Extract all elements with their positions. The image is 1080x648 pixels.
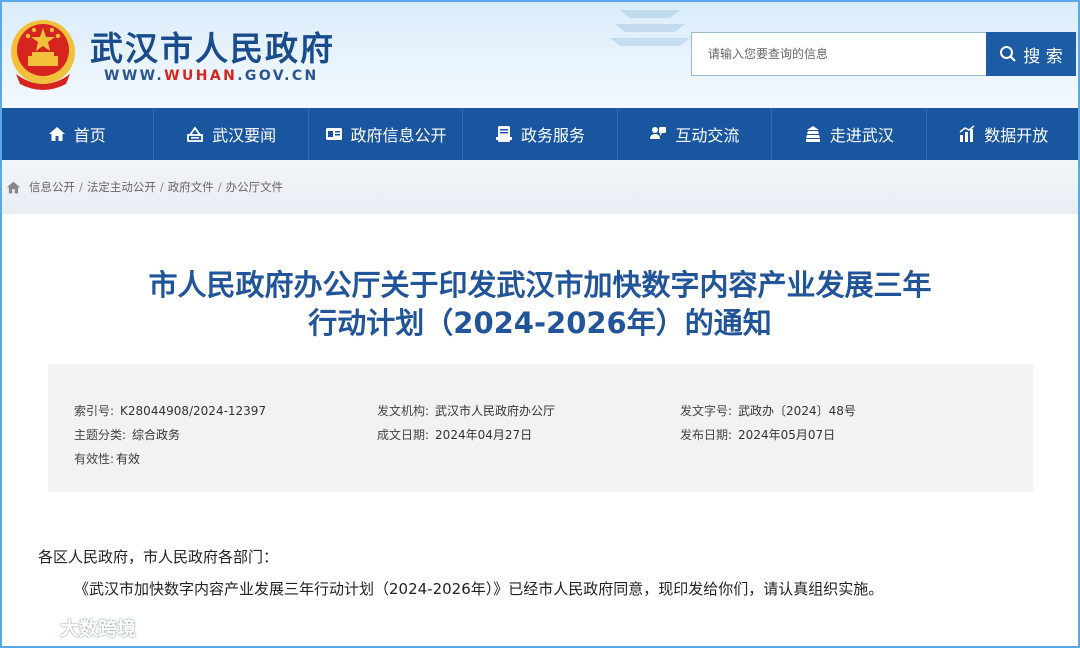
nav-item-services[interactable]: 政务服务 <box>463 108 618 160</box>
breadcrumb-separator: / <box>79 180 83 194</box>
breadcrumb-link[interactable]: 信息公开 <box>29 179 75 195</box>
meta-key: 成文日期: <box>377 428 430 442</box>
url-highlight: WUHAN <box>164 68 238 84</box>
watermark-text: 大数跨境 <box>60 618 137 640</box>
meta-index-no: 索引号: K28044908/2024-12397 <box>74 402 266 419</box>
search-button-label: 搜 索 <box>1023 46 1063 67</box>
nav-item-open-data[interactable]: 数据开放 <box>927 108 1080 160</box>
page-title: 市人民政府办公厅关于印发武汉市加快数字内容产业发展三年 行动计划（2024-20… <box>40 266 1040 342</box>
info-card-icon <box>325 128 342 140</box>
search-icon <box>1000 46 1017 62</box>
home-icon[interactable] <box>6 180 21 195</box>
site-header: 武汉市人民政府 WWW.WUHAN.GOV.CN 搜 索 <box>0 0 1080 108</box>
salutation: 各区人民政府，市人民政府各部门： <box>38 548 279 566</box>
meta-key: 发布日期: <box>680 428 733 442</box>
nav-item-home[interactable]: 首页 <box>0 108 155 160</box>
meta-value: 有效 <box>116 452 141 466</box>
watermark: 大数跨境 <box>10 614 136 641</box>
national-emblem-icon <box>11 20 75 90</box>
nav-label: 政府信息公开 <box>350 126 447 145</box>
meta-key: 索引号: <box>74 404 115 418</box>
meta-doc-no: 发文字号: 武政办〔2024〕48号 <box>680 402 856 419</box>
meta-value: 2024年04月27日 <box>435 428 533 442</box>
nav-label: 政务服务 <box>520 126 585 145</box>
meta-written-date: 成文日期: 2024年04月27日 <box>377 426 532 443</box>
meta-publish-date: 发布日期: 2024年05月07日 <box>680 426 835 443</box>
breadcrumb-link[interactable]: 办公厅文件 <box>226 179 284 195</box>
nav-label: 武汉要闻 <box>212 126 277 145</box>
meta-value: 2024年05月07日 <box>738 428 836 442</box>
breadcrumb-band: 信息公开 / 法定主动公开 / 政府文件 / 办公厅文件 <box>0 160 1080 214</box>
meta-issuer: 发文机构: 武汉市人民政府办公厅 <box>377 402 555 419</box>
nav-label: 走进武汉 <box>829 126 894 145</box>
meta-value: 武汉市人民政府办公厅 <box>435 404 556 418</box>
site-url[interactable]: WWW.WUHAN.GOV.CN <box>104 68 319 84</box>
breadcrumb-link[interactable]: 政府文件 <box>168 179 214 195</box>
meta-key: 发文机构: <box>377 404 430 418</box>
meta-value: 武政办〔2024〕48号 <box>738 404 856 418</box>
chat-icon <box>650 127 667 139</box>
news-icon <box>187 126 204 142</box>
title-line-1: 市人民政府办公厅关于印发武汉市加快数字内容产业发展三年 <box>148 268 932 302</box>
url-suffix: .GOV.CN <box>237 68 319 84</box>
breadcrumb-separator: / <box>217 180 222 194</box>
nav-item-interaction[interactable]: 互动交流 <box>618 108 773 160</box>
nav-label: 数据开放 <box>984 126 1049 145</box>
chart-icon <box>959 125 975 142</box>
search-button[interactable]: 搜 索 <box>986 32 1076 76</box>
meta-key: 主题分类: <box>74 428 127 442</box>
main-nav: 首页 武汉要闻 政府信息公开 政务服务 互动交流 走进武汉 数据开放 <box>0 108 1080 160</box>
nav-label: 首页 <box>73 126 106 145</box>
search-box <box>691 32 987 76</box>
service-icon <box>495 126 512 142</box>
site-name: 武汉市人民政府 <box>90 29 335 68</box>
meta-value: 综合政务 <box>132 428 181 442</box>
search-input[interactable] <box>692 33 986 75</box>
nav-label: 互动交流 <box>675 126 740 145</box>
nav-item-gov-info[interactable]: 政府信息公开 <box>309 108 464 160</box>
meta-value: K28044908/2024-12397 <box>120 404 267 418</box>
title-line-2: 行动计划（2024-2026年）的通知 <box>308 306 772 340</box>
nav-item-news[interactable]: 武汉要闻 <box>154 108 309 160</box>
meta-category: 主题分类: 综合政务 <box>74 426 180 443</box>
url-prefix: WWW. <box>104 68 165 84</box>
meta-key: 发文字号: <box>680 404 733 418</box>
breadcrumb-link[interactable]: 法定主动公开 <box>87 179 156 195</box>
building-icon <box>805 126 820 142</box>
home-icon <box>48 127 65 141</box>
document-meta: 索引号: K28044908/2024-12397 发文机构: 武汉市人民政府办公厅… <box>48 364 1033 492</box>
breadcrumb-separator: / <box>159 180 164 194</box>
meta-validity: 有效性: 有效 <box>74 450 140 467</box>
nav-item-visit-wuhan[interactable]: 走进武汉 <box>772 108 927 160</box>
body-paragraph: 《武汉市加快数字内容产业发展三年行动计划（2024-2026年）》已经市人民政府… <box>74 580 884 598</box>
meta-key: 有效性: <box>74 452 115 466</box>
breadcrumb: 信息公开 / 法定主动公开 / 政府文件 / 办公厅文件 <box>6 179 283 195</box>
watermark-logo-icon <box>12 618 56 637</box>
